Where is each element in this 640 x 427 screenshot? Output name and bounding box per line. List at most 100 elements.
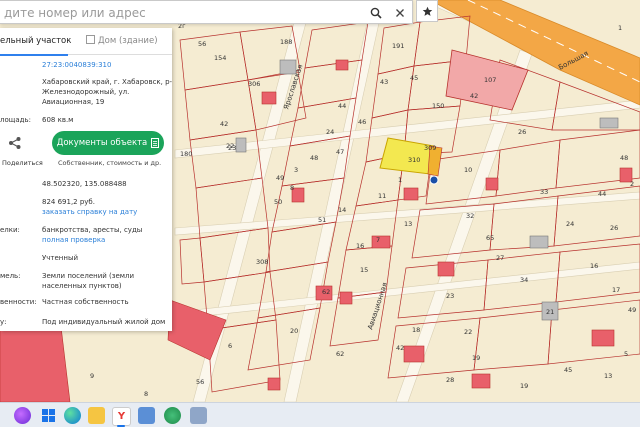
cadastral-number-link[interactable]: 27:23:0040839:310 — [42, 61, 111, 70]
parcel-label: 56 — [198, 40, 206, 48]
store-icon[interactable] — [138, 407, 155, 424]
parcel-label: 56 — [196, 378, 204, 386]
parcel-label: 24 — [326, 128, 334, 136]
parcel-label: 11 — [378, 192, 386, 200]
object-info-panel: ельный участок Дом (здание) 27:23:004083… — [0, 28, 172, 331]
edge-icon[interactable] — [64, 407, 81, 424]
parcel-label: 3 — [294, 166, 298, 174]
deals-value: банкротства, аресты, суды — [42, 226, 143, 234]
cadastral-cost-value: 824 691,2 руб. — [42, 198, 95, 206]
coordinates-value: 48.502320, 135.088488 — [42, 180, 127, 188]
tab-building-label: Дом (здание) — [98, 36, 158, 46]
area-value: 608 кв.м — [42, 116, 74, 124]
parcel-label: 45 — [564, 366, 572, 374]
parcel-label: 33 — [540, 188, 548, 196]
address-line-1: Хабаровский край, г. Хабаровск, р-н — [42, 78, 172, 86]
parcel-label: 107 — [484, 76, 496, 84]
parcel-label: 306 — [248, 80, 260, 88]
location-marker-icon[interactable] — [429, 175, 439, 185]
parcel-label: 32 — [466, 212, 474, 220]
parcel-label: 9 — [90, 372, 94, 380]
parcel-label: 16 — [356, 242, 364, 250]
parcel-label: 20 — [290, 327, 298, 335]
permitted-use-label: у: — [0, 318, 7, 326]
parcel-label: 15 — [360, 266, 368, 274]
address-line-2: Железнодорожный, ул. — [42, 88, 130, 96]
search-icon[interactable] — [366, 3, 386, 23]
share-icon — [9, 137, 21, 149]
files-icon[interactable] — [88, 407, 105, 424]
parcel-label: 51 — [318, 216, 326, 224]
parcel-label: 34 — [520, 276, 528, 284]
parcel-label: 48 — [310, 154, 318, 162]
parcel-label: 50 — [274, 198, 282, 206]
share-label: Поделиться — [2, 159, 43, 167]
parcel-label: 42 — [396, 344, 404, 352]
parcel-label: 42 — [220, 120, 228, 128]
parcel-label: 188 — [280, 38, 292, 46]
parcel-label: 44 — [338, 102, 346, 110]
parcel-label: 1 — [618, 24, 622, 32]
land-category-label: мель: — [0, 272, 21, 280]
parcel-label: 6 — [228, 342, 232, 350]
parcel-label: 65 — [486, 234, 494, 242]
parcel-label: 48 — [620, 154, 628, 162]
parcel-label: 46 — [358, 118, 366, 126]
parcel-label: 19 — [520, 382, 528, 390]
address-line-3: Авиационная, 19 — [42, 98, 105, 106]
tab-land-plot[interactable]: ельный участок — [0, 28, 71, 56]
parcel-label: 16 — [590, 262, 598, 270]
yandex-browser-icon[interactable]: Y — [112, 407, 131, 426]
document-icon — [151, 138, 160, 148]
status-value: Учтенный — [42, 254, 79, 262]
docs-button-label: Документы объекта — [56, 138, 148, 148]
permitted-use-value: Под индивидуальный жилой дом — [42, 318, 166, 326]
search-input[interactable] — [0, 4, 364, 22]
panel-tabs: ельный участок Дом (здание) — [0, 28, 172, 56]
parcel-label: 22 — [464, 328, 472, 336]
parcel-label: 26 — [610, 224, 618, 232]
parcel-label: 27 — [496, 254, 504, 262]
settings-icon[interactable] — [190, 407, 207, 424]
parcel-label: 191 — [392, 42, 404, 50]
parcel-label: 49 — [628, 306, 636, 314]
order-certificate-link[interactable]: заказать справку на дату — [42, 208, 137, 217]
parcel-label: 13 — [604, 372, 612, 380]
parcel-label: 8 — [144, 390, 148, 398]
land-category-line-1: Земли поселений (земли — [42, 272, 135, 280]
parcel-label: 45 — [410, 74, 418, 82]
parcel-label: 7 — [376, 236, 380, 244]
land-category-line-2: населенных пунктов) — [42, 282, 122, 290]
parcel-label: 5 — [624, 350, 628, 358]
parcel-label: 26 — [518, 128, 526, 136]
apps-icon[interactable] — [164, 407, 181, 424]
close-icon[interactable] — [390, 3, 410, 23]
share-button[interactable] — [8, 136, 24, 152]
parcel-label: 308 — [256, 258, 268, 266]
parcel-label: 154 — [214, 54, 226, 62]
parcel-label: 309 — [424, 144, 436, 152]
parcel-label: 44 — [598, 190, 606, 198]
object-documents-button[interactable]: Документы объекта — [52, 131, 164, 155]
parcel-label: 28 — [446, 376, 454, 384]
parcel-label: 47 — [336, 148, 344, 156]
parcel-label: 62 — [322, 288, 330, 296]
star-icon — [422, 6, 432, 16]
parcel-label: 310 — [408, 156, 420, 164]
ownership-label: венности: — [0, 298, 37, 306]
full-check-link[interactable]: полная проверка — [42, 236, 105, 245]
windows-icon[interactable] — [40, 407, 57, 424]
building-icon — [86, 35, 95, 44]
ownership-value: Частная собственность — [42, 298, 129, 306]
parcel-label: 43 — [380, 78, 388, 86]
parcel-label: 42 — [470, 92, 478, 100]
parcel-label: 13 — [404, 220, 412, 228]
parcel-label: 19 — [472, 354, 480, 362]
area-label: лощадь: — [0, 116, 31, 124]
tab-building[interactable]: Дом (здание) — [86, 28, 158, 54]
docs-subtitle: Собственник, стоимость и др. — [58, 159, 162, 167]
search-bar — [0, 0, 413, 24]
alice-icon[interactable] — [14, 407, 31, 424]
parcel-label: 22 — [226, 142, 234, 150]
favorite-star-button[interactable] — [416, 0, 438, 22]
